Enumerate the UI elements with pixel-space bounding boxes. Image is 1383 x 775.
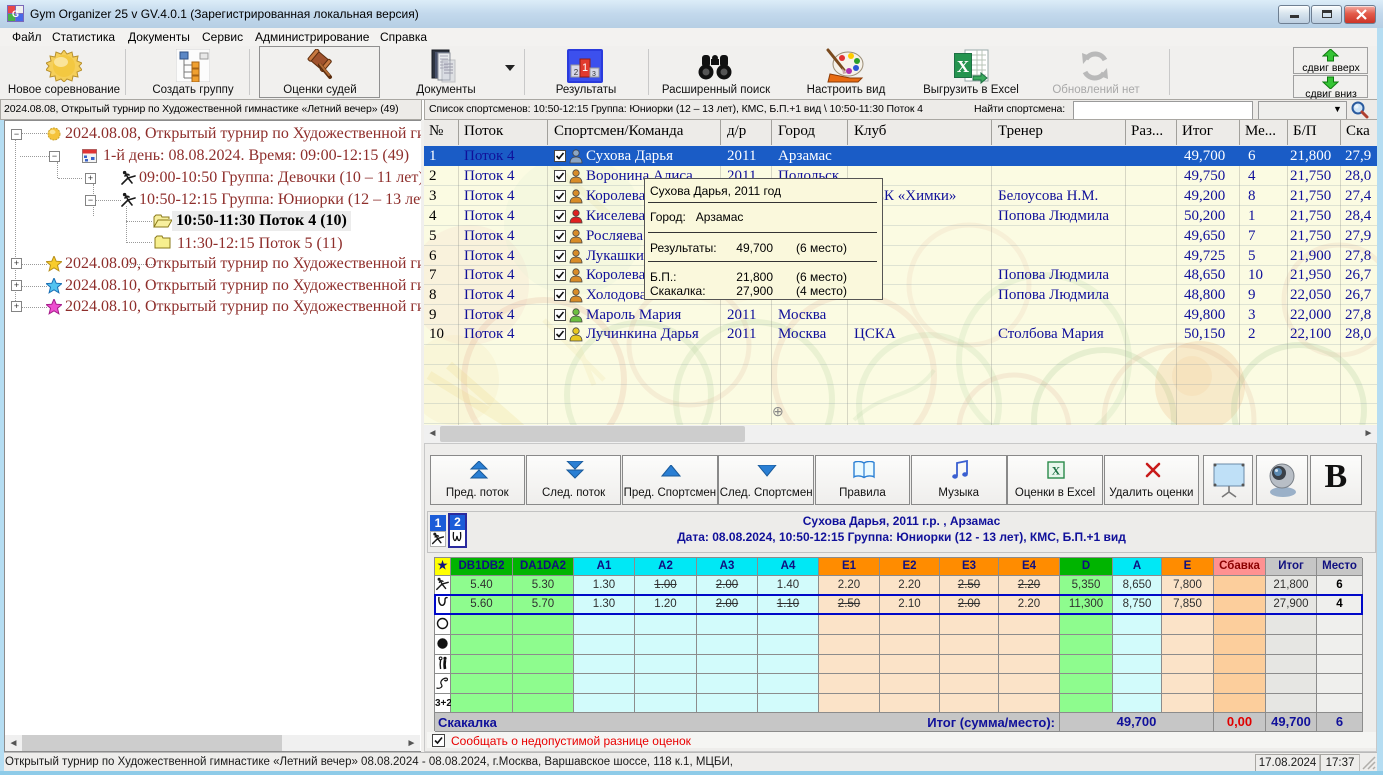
svg-text:G: G [12,9,19,19]
svg-text:3: 3 [592,71,596,78]
svg-text:X: X [1052,464,1061,478]
svg-text:2: 2 [574,68,579,77]
svg-text:X: X [957,57,970,76]
svg-text:1: 1 [582,62,588,74]
